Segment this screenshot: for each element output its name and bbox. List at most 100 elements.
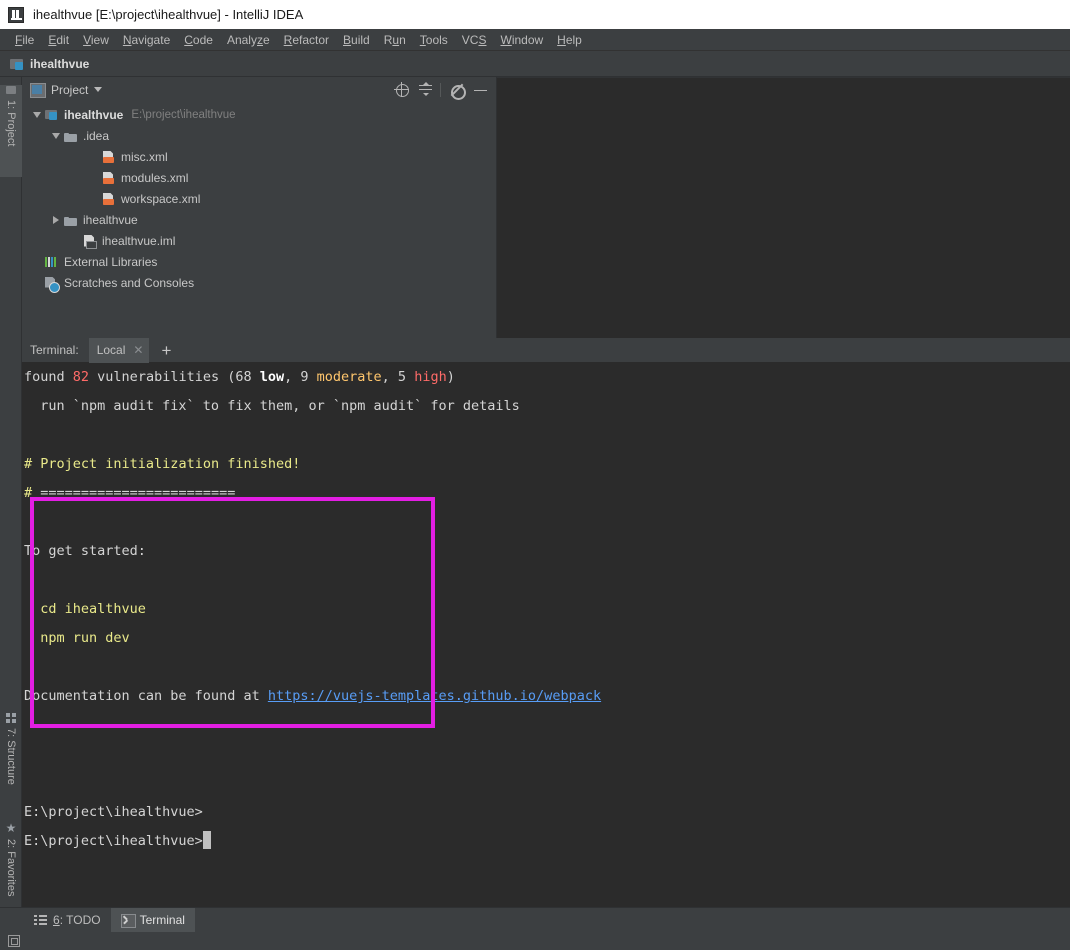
terminal-text-segment: cd ihealthvue [24, 601, 146, 617]
terminal-output-area[interactable]: found 82 vulnerabilities (68 low, 9 mode… [22, 363, 1070, 907]
terminal-cursor [202, 831, 211, 849]
menu-window[interactable]: Window [493, 29, 550, 51]
terminal-text-segment: ======================== [32, 485, 236, 501]
todo-icon [34, 914, 47, 926]
terminal-line: To get started: [24, 537, 1070, 566]
collapse-all-icon[interactable] [415, 80, 437, 100]
bottom-tab-label: Terminal [139, 913, 185, 927]
tree-node-label: modules.xml [121, 170, 189, 185]
tree-node[interactable]: ihealthvue.iml [22, 230, 496, 251]
tree-node[interactable]: modules.xml [22, 167, 496, 188]
terminal-line: found 82 vulnerabilities (68 low, 9 mode… [24, 363, 1070, 392]
tree-node[interactable]: ihealthvue E:\project\ihealthvue [22, 104, 496, 125]
tree-node-label: External Libraries [64, 254, 158, 269]
toolbar-divider [440, 82, 441, 97]
bottom-tab-todo[interactable]: 6: TODO [24, 908, 111, 933]
project-tool-window: Project ihealthvue E:\project\ihealthvue.… [22, 77, 497, 338]
star-icon: ★ [4, 821, 18, 835]
tool-tab-label: 2: Favorites [5, 839, 17, 897]
terminal-text-segment: high [414, 369, 447, 385]
tree-node-path: E:\project\ihealthvue [131, 108, 236, 121]
terminal-tab-local[interactable]: Local ✕ [88, 337, 150, 363]
gear-icon[interactable] [446, 80, 468, 100]
terminal-window-label: Terminal: [30, 343, 79, 357]
terminal-line: cd ihealthvue [24, 595, 1070, 624]
bottom-tool-bar: 6: TODO Terminal [0, 907, 1070, 933]
close-icon[interactable]: ✕ [133, 344, 143, 356]
project-panel-title: Project [51, 82, 89, 97]
iml-file-icon [82, 234, 98, 249]
terminal-text-segment: low [259, 369, 285, 385]
menu-refactor[interactable]: Refactor [277, 29, 336, 51]
tree-node-label: .idea [83, 128, 110, 143]
terminal-text-segment: npm run dev [24, 630, 130, 646]
terminal-line: E:\project\ihealthvue> [24, 827, 1070, 856]
menu-tools[interactable]: Tools [413, 29, 455, 51]
project-folder-icon [10, 58, 24, 70]
tree-node[interactable]: External Libraries [22, 251, 496, 272]
terminal-text-segment: E:\project\ihealthvue> [24, 833, 203, 849]
xml-file-icon [101, 192, 117, 206]
project-root-icon [44, 108, 60, 122]
tree-node-label: ihealthvue.iml [102, 233, 176, 248]
chevron-down-icon[interactable] [49, 132, 63, 139]
locate-icon[interactable] [391, 80, 413, 100]
tree-node-label: ihealthvue [64, 107, 124, 122]
terminal-text-segment: found [24, 369, 73, 385]
tree-node[interactable]: workspace.xml [22, 188, 496, 209]
window-titlebar: ihealthvue [E:\project\ihealthvue] - Int… [0, 0, 1070, 29]
xml-file-icon [101, 171, 117, 185]
menu-run[interactable]: Run [377, 29, 413, 51]
menu-code[interactable]: Code [177, 29, 220, 51]
terminal-text-segment: To get started: [24, 543, 146, 559]
menu-build[interactable]: Build [336, 29, 377, 51]
terminal-text-segment: # [24, 456, 33, 472]
tree-node-label: Scratches and Consoles [64, 275, 195, 290]
tree-node-label: workspace.xml [121, 191, 201, 206]
menu-vcs[interactable]: VCS [455, 29, 494, 51]
terminal-line: # Project initialization finished! [24, 450, 1070, 479]
project-panel-header: Project [22, 77, 496, 102]
terminal-text-segment: , 5 [381, 369, 415, 385]
terminal-text-segment: Documentation can be found at [24, 688, 268, 704]
terminal-icon [120, 914, 136, 928]
navigation-bar: ihealthvue [0, 51, 1070, 77]
chevron-down-icon[interactable] [30, 111, 44, 118]
menu-analyze[interactable]: Analyze [220, 29, 277, 51]
tree-node[interactable]: .idea [22, 125, 496, 146]
chevron-down-icon[interactable] [94, 87, 103, 92]
menu-bar: File Edit View Navigate Code Analyze Refactor B… [0, 29, 1070, 51]
terminal-link[interactable]: https://vuejs-templates.github.io/webpac… [268, 688, 601, 704]
scratches-icon [44, 276, 60, 293]
terminal-line: Documentation can be found at https://vu… [24, 682, 1070, 711]
chevron-right-icon[interactable] [49, 215, 63, 224]
menu-view[interactable]: View [76, 29, 116, 51]
minimize-icon[interactable] [470, 80, 492, 100]
xml-file-icon [101, 150, 117, 164]
tree-node[interactable]: misc.xml [22, 146, 496, 167]
plus-icon[interactable]: + [161, 342, 171, 359]
folder-icon [63, 213, 79, 227]
tree-node[interactable]: ihealthvue [22, 209, 496, 230]
tree-node[interactable]: Scratches and Consoles [22, 272, 496, 293]
window-title: ihealthvue [E:\project\ihealthvue] - Int… [33, 7, 304, 22]
bottom-tab-terminal[interactable]: Terminal [110, 907, 195, 933]
tool-tab-structure[interactable]: 7: Structure [0, 713, 22, 809]
menu-help[interactable]: Help [550, 29, 589, 51]
menu-navigate[interactable]: Navigate [116, 29, 177, 51]
menu-edit[interactable]: Edit [41, 29, 76, 51]
left-tool-strip: 1: Project 7: Structure ★ 2: Favorites [0, 77, 22, 942]
bottom-tab-label: 6: TODO [53, 913, 101, 927]
breadcrumb-project[interactable]: ihealthvue [30, 57, 89, 71]
structure-icon [5, 713, 17, 724]
terminal-tool-window: Terminal: Local ✕ + found 82 vulnerabili… [22, 337, 1070, 907]
menu-file[interactable]: File [8, 29, 41, 51]
folder-icon [5, 85, 17, 96]
toggle-toolwindows-icon[interactable] [8, 935, 20, 947]
tool-tab-favorites[interactable]: ★ 2: Favorites [0, 821, 22, 919]
tool-tab-project[interactable]: 1: Project [0, 85, 22, 177]
